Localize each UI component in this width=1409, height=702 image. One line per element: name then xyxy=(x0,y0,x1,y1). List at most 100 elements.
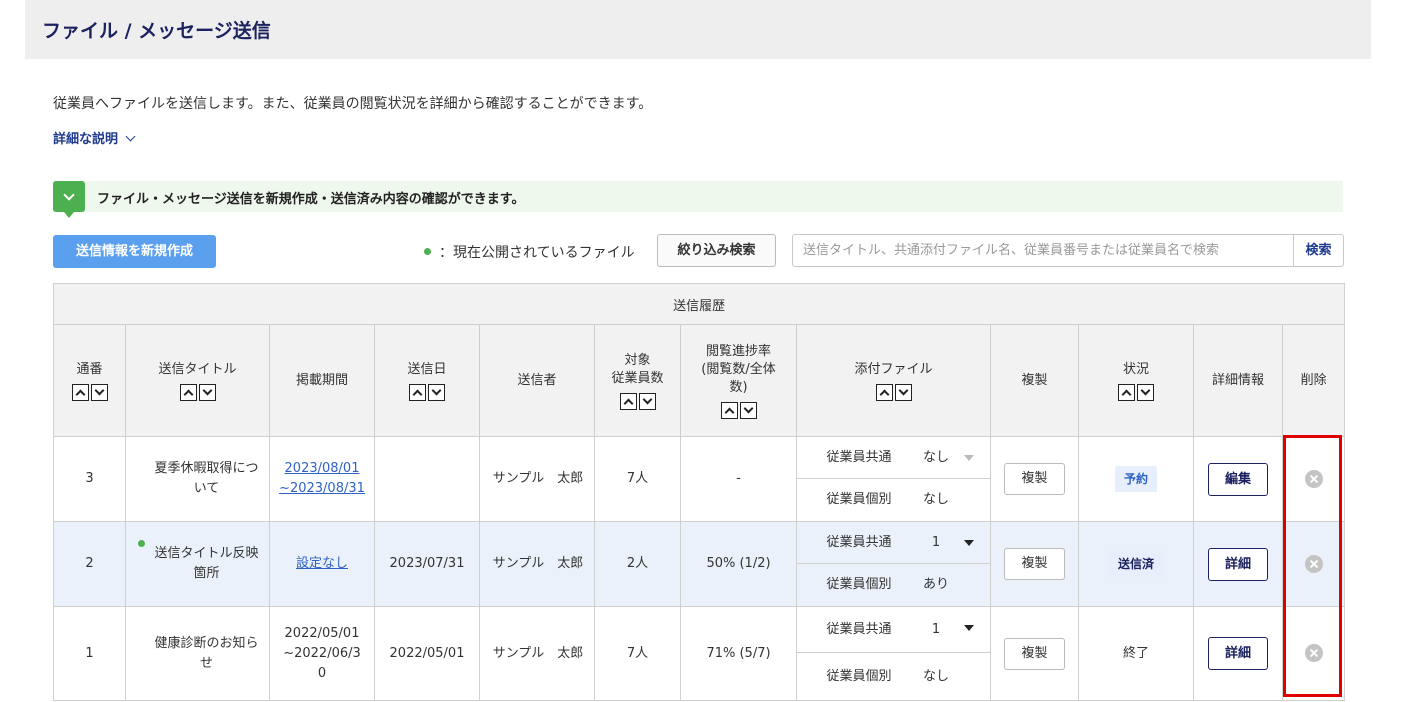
sort-controls xyxy=(800,383,987,401)
row-copy: 複製 xyxy=(990,436,1079,522)
individual-file-label: 従業員個別 xyxy=(826,492,892,507)
period-link[interactable]: 設定なし xyxy=(296,556,348,571)
sort-controls xyxy=(684,401,793,419)
individual-file-line: 従業員個別 なし xyxy=(797,653,990,700)
sort-asc-icon[interactable] xyxy=(720,401,738,419)
details-button[interactable]: 詳細 xyxy=(1208,637,1268,670)
common-file-label: 従業員共通 xyxy=(826,449,892,465)
table-caption: 送信履歴 xyxy=(52,283,1346,325)
sort-desc-icon[interactable] xyxy=(1137,383,1154,401)
page-header: ファイル / メッセージ送信 xyxy=(25,0,1371,59)
delete-icon[interactable] xyxy=(1304,554,1323,573)
row-target: 7人 xyxy=(594,606,681,701)
row-status: 送信済 xyxy=(1078,521,1194,607)
chevron-down-icon[interactable] xyxy=(53,181,85,218)
row-sender: サンプル 太郎 xyxy=(479,521,595,607)
common-file-select[interactable]: 従業員共通 1 xyxy=(797,607,990,653)
column-header-delete: 削除 xyxy=(1281,324,1346,437)
row-status: 予約 xyxy=(1078,436,1194,522)
row-copy: 複製 xyxy=(990,606,1079,701)
table-row: 2 送信タイトル反映箇所 設定なし 2023/07/31 サンプル 太郎 2人 … xyxy=(53,521,1346,607)
legend-text: ：現在公開されているファイル xyxy=(439,245,635,261)
common-file-value: 1 xyxy=(931,534,941,550)
common-file-label: 従業員共通 xyxy=(826,621,892,637)
row-progress: - xyxy=(680,436,797,522)
row-period: 設定なし xyxy=(269,521,375,607)
details-button[interactable]: 詳細 xyxy=(1208,547,1268,581)
sort-asc-icon[interactable] xyxy=(409,383,426,401)
page-description: 従業員へファイルを送信します。また、従業員の閲覧状況を詳細から確認することができ… xyxy=(53,96,653,112)
individual-file-value: なし xyxy=(922,668,949,684)
sort-desc-icon[interactable] xyxy=(90,383,108,401)
status-badge: 送信済 xyxy=(1108,551,1163,577)
row-sender: サンプル 太郎 xyxy=(479,436,595,522)
common-file-value: 1 xyxy=(931,621,941,637)
period-link[interactable]: 2023/08/01 ~2023/08/31 xyxy=(279,461,365,496)
edit-button[interactable]: 編集 xyxy=(1208,462,1268,496)
row-progress: 50% (1/2) xyxy=(680,521,797,607)
sort-asc-icon[interactable] xyxy=(1118,383,1135,401)
public-dot-icon xyxy=(138,540,145,547)
public-file-legend: ：現在公開されているファイル xyxy=(424,242,635,262)
info-banner: ファイル・メッセージ送信を新規作成・送信済み内容の確認ができます。 xyxy=(53,181,1343,218)
row-period: 2023/08/01 ~2023/08/31 xyxy=(269,436,375,522)
row-target: 2人 xyxy=(594,521,681,607)
sort-desc-icon[interactable] xyxy=(638,392,656,410)
filter-search-button[interactable]: 絞り込み検索 xyxy=(657,234,776,267)
common-file-value: なし xyxy=(922,449,949,465)
sort-asc-icon[interactable] xyxy=(619,392,637,410)
copy-button[interactable]: 複製 xyxy=(1004,463,1065,495)
sort-desc-icon[interactable] xyxy=(198,383,216,401)
row-sent-date xyxy=(374,436,480,522)
search-button[interactable]: 検索 xyxy=(1293,234,1344,267)
sort-asc-icon[interactable] xyxy=(71,383,89,401)
column-header-copy: 複製 xyxy=(990,324,1079,437)
sort-asc-icon[interactable] xyxy=(875,383,893,401)
row-details: 詳細 xyxy=(1193,606,1283,701)
individual-file-line: 従業員個別 なし xyxy=(797,479,990,521)
sort-desc-icon[interactable] xyxy=(428,383,445,401)
sort-desc-icon[interactable] xyxy=(894,383,912,401)
detail-toggle-label: 詳細な説明 xyxy=(53,132,119,147)
sort-asc-icon[interactable] xyxy=(179,383,197,401)
row-number: 3 xyxy=(53,436,126,522)
create-new-button[interactable]: 送信情報を新規作成 xyxy=(53,235,216,268)
sort-controls xyxy=(129,383,266,401)
row-details: 編集 xyxy=(1193,436,1283,522)
sort-desc-icon[interactable] xyxy=(739,401,757,419)
row-copy: 複製 xyxy=(990,521,1079,607)
individual-file-label: 従業員個別 xyxy=(826,577,892,592)
sort-controls xyxy=(598,392,677,410)
row-title: 送信タイトル反映箇所 xyxy=(125,521,270,607)
individual-file-value: なし xyxy=(922,492,949,507)
row-sent-date: 2023/07/31 xyxy=(374,521,480,607)
row-number: 1 xyxy=(53,606,126,701)
individual-file-line: 従業員個別 あり xyxy=(797,564,990,606)
row-title: 健康診断のお知らせ xyxy=(125,606,270,701)
column-header-sent-date: 送信日 xyxy=(374,324,480,437)
row-delete xyxy=(1281,606,1346,701)
common-file-select[interactable]: 従業員共通 1 xyxy=(797,522,990,564)
row-delete xyxy=(1281,436,1346,522)
copy-button[interactable]: 複製 xyxy=(1004,548,1065,580)
detail-toggle-link[interactable]: 詳細な説明 xyxy=(53,128,136,147)
dropdown-caret-icon xyxy=(964,455,974,461)
row-number: 2 xyxy=(53,521,126,607)
row-attachments: 従業員共通 1 従業員個別 あり xyxy=(796,521,991,607)
row-period: 2022/05/01 ~2022/06/3 0 xyxy=(269,606,375,701)
delete-icon[interactable] xyxy=(1304,469,1323,488)
column-header-sender: 送信者 xyxy=(479,324,595,437)
delete-icon[interactable] xyxy=(1304,644,1323,662)
status-badge: 予約 xyxy=(1114,466,1157,492)
send-history-table: 送信履歴 通番 送信タイトル 掲載期間 送信日 送信者 対象 従業員数 閲覧進捗… xyxy=(52,283,1346,701)
search-input[interactable] xyxy=(792,234,1294,267)
dropdown-caret-icon xyxy=(964,540,974,546)
column-header-period: 掲載期間 xyxy=(269,324,375,437)
row-progress: 71% (5/7) xyxy=(680,606,797,701)
copy-button[interactable]: 複製 xyxy=(1004,637,1065,670)
common-file-select[interactable]: 従業員共通 なし xyxy=(797,437,990,479)
row-delete xyxy=(1281,521,1346,607)
column-header-status: 状況 xyxy=(1078,324,1194,437)
row-attachments: 従業員共通 1 従業員個別 なし xyxy=(796,606,991,701)
chevron-down-icon xyxy=(125,131,136,142)
